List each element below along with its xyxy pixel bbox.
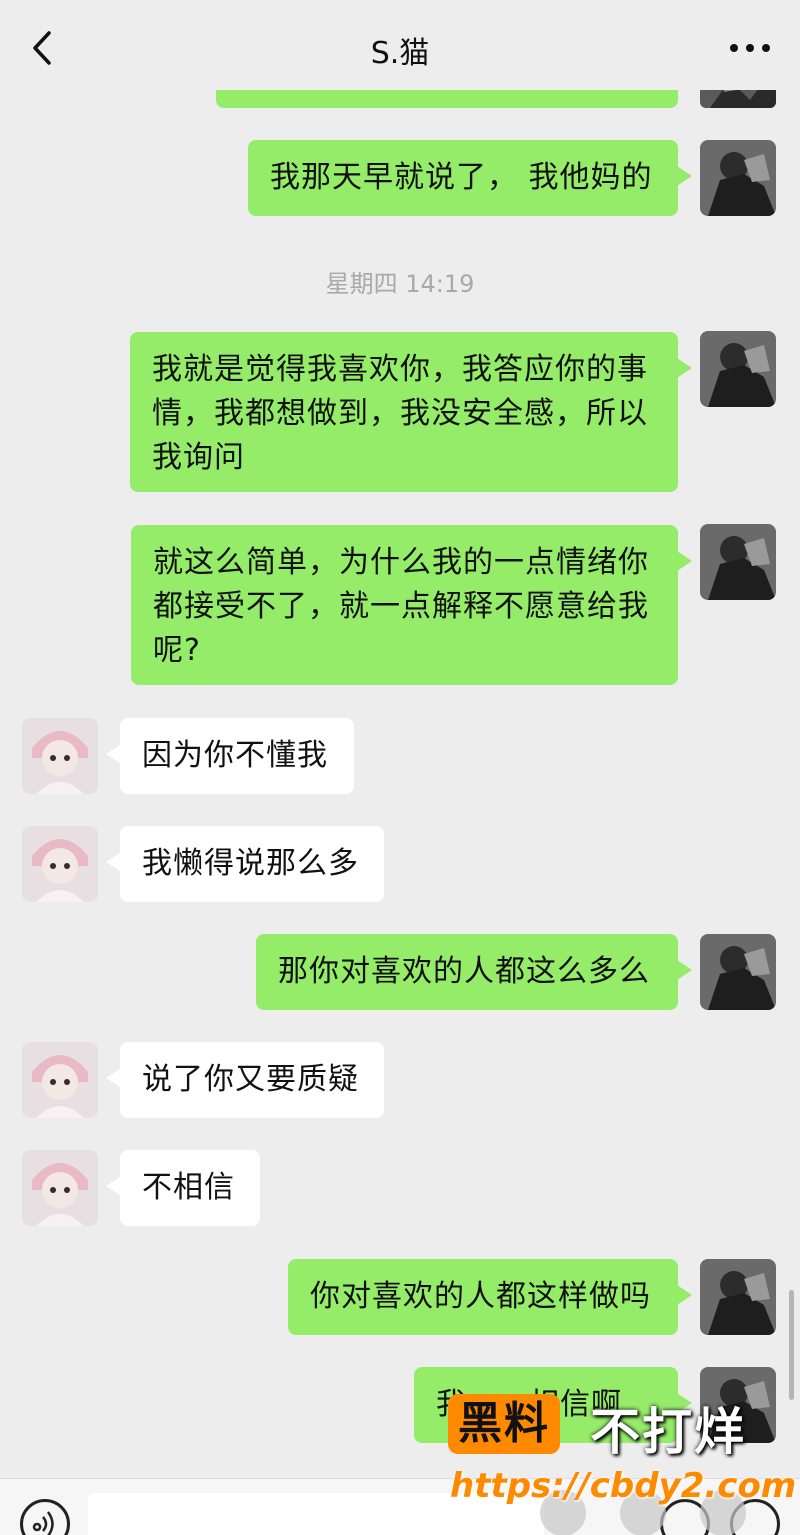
message-bubble-received[interactable]: 我懒得说那么多	[106, 826, 384, 902]
more-options-button[interactable]	[730, 34, 770, 62]
chat-header: S.猫	[0, 0, 800, 90]
message-bubble-received[interactable]: 因为你不懂我	[106, 718, 354, 794]
message-bubble-sent[interactable]: 我那天早就说了， 我他妈的	[248, 140, 692, 216]
voice-icon	[32, 1511, 54, 1535]
message-bubble-received[interactable]: 不相信	[106, 1150, 260, 1226]
watermark-slogan: 不打烊	[590, 1403, 746, 1461]
my-avatar[interactable]	[700, 140, 776, 216]
my-avatar[interactable]	[700, 331, 776, 407]
contact-avatar[interactable]	[22, 1042, 98, 1118]
my-avatar[interactable]	[700, 1259, 776, 1335]
voice-button[interactable]	[20, 1499, 70, 1535]
contact-avatar[interactable]	[22, 1150, 98, 1226]
my-avatar[interactable]	[700, 524, 776, 600]
my-avatar[interactable]	[700, 934, 776, 1010]
watermark-logo: 黑料	[448, 1394, 560, 1454]
watermark-url: https://cbdy2.com	[450, 1466, 797, 1506]
chat-title: S.猫	[370, 36, 430, 71]
message-bubble-sent[interactable]: 我就是觉得我喜欢你，我答应你的事情，我都想做到，我没安全感，所以我询问	[130, 332, 692, 492]
watermark: 黑料 不打烊 https://cbdy2.com	[448, 1390, 796, 1535]
ellipsis-icon	[730, 44, 738, 52]
message-bubble-sent[interactable]: 你对喜欢的人都这样做吗	[288, 1259, 692, 1335]
contact-avatar[interactable]	[22, 826, 98, 902]
message-bubble-sent[interactable]: 就这么简单，为什么我的一点情绪你都接受不了，就一点解释不愿意给我呢?	[131, 525, 692, 685]
scrollbar[interactable]	[789, 1290, 794, 1400]
message-bubble-sent[interactable]: 那你对喜欢的人都这么多么	[256, 934, 692, 1010]
message-timestamp: 星期四 14:19	[325, 270, 475, 298]
contact-avatar[interactable]	[22, 718, 98, 794]
message-bubble-received[interactable]: 说了你又要质疑	[106, 1042, 384, 1118]
